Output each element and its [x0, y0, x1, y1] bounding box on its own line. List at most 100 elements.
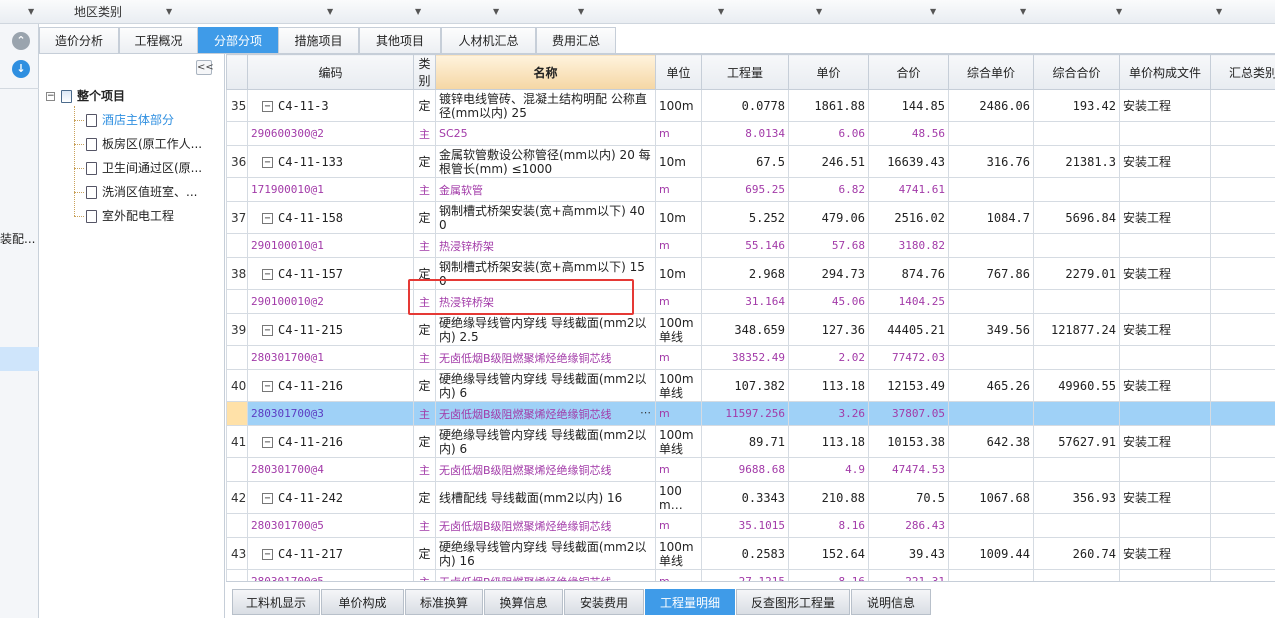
type-cell[interactable]: 定 [413, 425, 436, 458]
unit-cell[interactable]: m [655, 401, 702, 426]
summary-category-cell[interactable] [1210, 457, 1275, 482]
column-header[interactable]: 工程量 [701, 54, 789, 90]
quantity-cell[interactable]: 8.0134 [701, 121, 789, 146]
type-cell[interactable]: 定 [413, 201, 436, 234]
column-header[interactable] [226, 54, 248, 90]
summary-category-cell[interactable] [1210, 145, 1275, 178]
code-cell[interactable]: 280301700@4 [247, 457, 414, 482]
tab-3[interactable]: 分部分项 [198, 27, 278, 53]
column-header[interactable]: 单位 [655, 54, 702, 90]
code-cell[interactable]: − C4-11-3 [247, 89, 414, 122]
price-cell[interactable]: 4.9 [788, 457, 869, 482]
quantity-cell[interactable]: 2.968 [701, 257, 789, 290]
dropdown-arrow-icon[interactable]: ▼ [1116, 7, 1122, 16]
composite-total-cell[interactable] [1033, 569, 1120, 581]
code-cell[interactable]: − C4-11-215 [247, 313, 414, 346]
detail-tab-6[interactable]: 工程量明细 [645, 589, 735, 615]
dropdown-arrow-icon[interactable]: ▼ [578, 7, 584, 16]
tab-1[interactable]: 造价分析 [39, 27, 119, 53]
summary-category-cell[interactable] [1210, 345, 1275, 370]
unit-cell[interactable]: m [655, 121, 702, 146]
unit-cell[interactable]: 100m [655, 89, 702, 122]
expand-minus-icon[interactable]: − [262, 492, 273, 504]
name-cell[interactable]: 硬绝缘导线管内穿线 导线截面(mm2以内) 2.5 [435, 313, 656, 346]
expand-minus-icon[interactable]: − [46, 92, 55, 101]
price-cell[interactable]: 3.26 [788, 401, 869, 426]
composite-total-cell[interactable]: 356.93 [1033, 481, 1120, 514]
tab-2[interactable]: 工程概况 [119, 27, 198, 53]
quantity-cell[interactable]: 5.252 [701, 201, 789, 234]
quantity-cell[interactable]: 89.71 [701, 425, 789, 458]
price-cell[interactable]: 113.18 [788, 369, 869, 402]
unit-cell[interactable]: 100m单线 [655, 369, 702, 402]
composite-total-cell[interactable]: 193.42 [1033, 89, 1120, 122]
code-cell[interactable]: − C4-11-158 [247, 201, 414, 234]
total-cell[interactable]: 12153.49 [868, 369, 949, 402]
price-cell[interactable]: 2.02 [788, 345, 869, 370]
price-cell[interactable]: 6.82 [788, 177, 869, 202]
code-cell[interactable]: − C4-11-242 [247, 481, 414, 514]
pricing-file-cell[interactable]: 安装工程 [1119, 425, 1211, 458]
unit-price-cell[interactable]: 1067.68 [948, 481, 1034, 514]
code-cell[interactable]: 290100010@2 [247, 289, 414, 314]
total-cell[interactable]: 37807.05 [868, 401, 949, 426]
table-row[interactable]: 38− C4-11-157 定钢制槽式桥架安装(宽+高mm以下) 150 10m 2.9… [226, 257, 1275, 290]
pricing-file-cell[interactable]: 安装工程 [1119, 145, 1211, 178]
type-cell[interactable]: 主 [413, 401, 436, 426]
composite-total-cell[interactable] [1033, 345, 1120, 370]
total-cell[interactable]: 44405.21 [868, 313, 949, 346]
summary-category-cell[interactable] [1210, 289, 1275, 314]
expand-minus-icon[interactable]: − [262, 436, 273, 448]
name-cell[interactable]: 无卤低烟B级阻燃聚烯烃绝缘铜芯线 ⋯ [435, 401, 656, 426]
unit-cell[interactable]: m [655, 569, 702, 581]
pricing-file-cell[interactable] [1119, 401, 1211, 426]
pricing-file-cell[interactable] [1119, 233, 1211, 258]
type-cell[interactable]: 主 [413, 121, 436, 146]
table-subrow[interactable]: 290100010@1 主热浸锌桥架 m 55.146 57.68 3180.82 [226, 233, 1275, 258]
unit-cell[interactable]: m [655, 457, 702, 482]
dropdown-arrow-icon[interactable]: ▼ [930, 7, 936, 16]
unit-cell[interactable]: 100m单线 [655, 313, 702, 346]
pricing-file-cell[interactable]: 安装工程 [1119, 89, 1211, 122]
dropdown-arrow-icon[interactable]: ▼ [166, 7, 172, 16]
pricing-file-cell[interactable]: 安装工程 [1119, 537, 1211, 570]
name-cell[interactable]: 热浸锌桥架 [435, 289, 656, 314]
price-cell[interactable]: 152.64 [788, 537, 869, 570]
quantity-cell[interactable]: 0.3343 [701, 481, 789, 514]
code-cell[interactable]: − C4-11-217 [247, 537, 414, 570]
tab-6[interactable]: 人材机汇总 [441, 27, 536, 53]
table-row[interactable]: 37− C4-11-158 定钢制槽式桥架安装(宽+高mm以下) 400 10m 5.2… [226, 201, 1275, 234]
type-cell[interactable]: 定 [413, 89, 436, 122]
unit-price-cell[interactable]: 2486.06 [948, 89, 1034, 122]
unit-price-cell[interactable]: 349.56 [948, 313, 1034, 346]
expand-minus-icon[interactable]: − [262, 156, 273, 168]
type-cell[interactable]: 定 [413, 257, 436, 290]
unit-price-cell[interactable]: 316.76 [948, 145, 1034, 178]
composite-total-cell[interactable]: 260.74 [1033, 537, 1120, 570]
pricing-file-cell[interactable]: 安装工程 [1119, 369, 1211, 402]
pricing-file-cell[interactable] [1119, 289, 1211, 314]
code-cell[interactable]: 280301700@5 [247, 513, 414, 538]
name-cell[interactable]: SC25 [435, 121, 656, 146]
name-cell[interactable]: 硬绝缘导线管内穿线 导线截面(mm2以内) 16 [435, 537, 656, 570]
dropdown-arrow-icon[interactable]: ▼ [415, 7, 421, 16]
detail-tab-5[interactable]: 安装费用 [564, 589, 644, 615]
quantity-cell[interactable]: 55.146 [701, 233, 789, 258]
unit-cell[interactable]: 100m单线 [655, 537, 702, 570]
name-cell[interactable]: 热浸锌桥架 [435, 233, 656, 258]
type-cell[interactable]: 主 [413, 569, 436, 581]
tab-7[interactable]: 费用汇总 [536, 27, 616, 53]
unit-cell[interactable]: 10m [655, 257, 702, 290]
composite-total-cell[interactable] [1033, 121, 1120, 146]
total-cell[interactable]: 2516.02 [868, 201, 949, 234]
price-cell[interactable]: 8.16 [788, 513, 869, 538]
tree-item[interactable]: 卫生间通过区(原... [86, 158, 221, 178]
unit-cell[interactable]: m [655, 345, 702, 370]
table-row[interactable]: 43− C4-11-217 定硬绝缘导线管内穿线 导线截面(mm2以内) 16 100… [226, 537, 1275, 570]
table-subrow[interactable]: 280301700@1 主无卤低烟B级阻燃聚烯烃绝缘铜芯线 m 38352.49 2.0… [226, 345, 1275, 370]
total-cell[interactable]: 10153.38 [868, 425, 949, 458]
column-header[interactable]: 单价构成文件 [1119, 54, 1211, 90]
summary-category-cell[interactable] [1210, 313, 1275, 346]
summary-category-cell[interactable] [1210, 121, 1275, 146]
composite-total-cell[interactable]: 2279.01 [1033, 257, 1120, 290]
